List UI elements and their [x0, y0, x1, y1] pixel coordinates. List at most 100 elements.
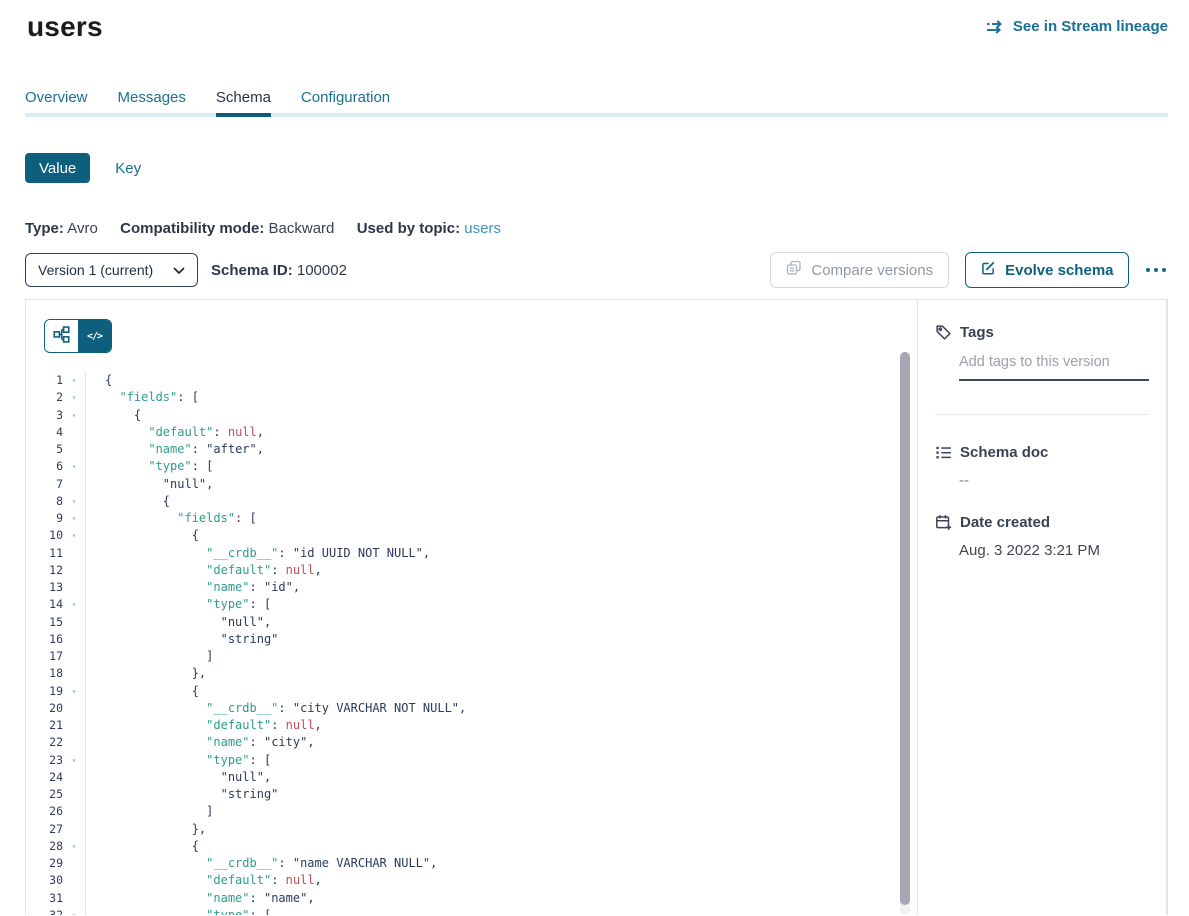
fold-toggle-icon[interactable]: ▾ — [63, 907, 86, 915]
evolve-schema-button[interactable]: Evolve schema — [965, 252, 1128, 288]
line-number: 9 — [26, 510, 63, 527]
code-line: 28▾ { — [26, 838, 917, 855]
tab-configuration[interactable]: Configuration — [301, 90, 390, 117]
code-text: "default": null, — [86, 562, 322, 579]
code-text: "null", — [86, 614, 271, 631]
fold-toggle-icon[interactable]: ▾ — [63, 683, 86, 700]
line-number: 21 — [26, 717, 63, 734]
code-text: }, — [86, 665, 206, 682]
line-number: 30 — [26, 872, 63, 889]
fold-gutter — [63, 424, 86, 441]
code-line: 15 "null", — [26, 614, 917, 631]
tags-section-header: Tags — [935, 324, 1150, 341]
code-line: 3▾ { — [26, 407, 917, 424]
code-text: { — [86, 407, 141, 424]
fold-toggle-icon[interactable]: ▾ — [63, 493, 86, 510]
doc-list-icon — [935, 444, 952, 461]
code-view-button[interactable]: </> — [78, 320, 111, 352]
type-value: Avro — [67, 220, 98, 237]
code-text: { — [86, 527, 199, 544]
code-text: "default": null, — [86, 717, 322, 734]
code-view-icon: </> — [87, 331, 102, 342]
code-text: }, — [86, 821, 206, 838]
chevron-down-icon — [173, 262, 185, 278]
code-text: "__crdb__": "id UUID NOT NULL", — [86, 545, 430, 562]
schema-id-value: 100002 — [297, 262, 347, 279]
line-number: 26 — [26, 803, 63, 820]
stream-lineage-link[interactable]: See in Stream lineage — [986, 18, 1168, 35]
schema-doc-title: Schema doc — [960, 444, 1048, 461]
code-line: 24 "null", — [26, 769, 917, 786]
fold-gutter — [63, 631, 86, 648]
fold-toggle-icon[interactable]: ▾ — [63, 407, 86, 424]
code-line: 21 "default": null, — [26, 717, 917, 734]
code-line: 20 "__crdb__": "city VARCHAR NOT NULL", — [26, 700, 917, 717]
fold-gutter — [63, 734, 86, 751]
line-number: 14 — [26, 596, 63, 613]
code-line: 18 }, — [26, 665, 917, 682]
fold-toggle-icon[interactable]: ▾ — [63, 752, 86, 769]
code-line: 32▾ "type": [ — [26, 907, 917, 915]
version-bar: Version 1 (current) Schema ID: 100002 Co… — [25, 252, 1168, 288]
code-line: 19▾ { — [26, 683, 917, 700]
schema-kind-toggle: Value Key — [25, 153, 1168, 183]
tab-overview[interactable]: Overview — [25, 90, 88, 117]
stream-lineage-icon — [986, 20, 1005, 34]
line-number: 27 — [26, 821, 63, 838]
key-toggle-link[interactable]: Key — [115, 160, 141, 177]
fold-gutter — [63, 803, 86, 820]
fold-toggle-icon[interactable]: ▾ — [63, 527, 86, 544]
add-tags-input[interactable] — [959, 354, 1149, 381]
scrollbar-thumb[interactable] — [900, 352, 910, 905]
more-actions-button[interactable] — [1144, 264, 1169, 277]
tab-schema[interactable]: Schema — [216, 90, 271, 117]
code-line: 10▾ { — [26, 527, 917, 544]
fold-gutter — [63, 476, 86, 493]
fold-gutter — [63, 821, 86, 838]
date-created-header: Date created — [935, 514, 1150, 531]
line-number: 12 — [26, 562, 63, 579]
fold-toggle-icon[interactable]: ▾ — [63, 458, 86, 475]
code-line: 12 "default": null, — [26, 562, 917, 579]
tree-view-button[interactable] — [45, 320, 78, 352]
fold-gutter — [63, 545, 86, 562]
value-toggle-button[interactable]: Value — [25, 153, 90, 183]
compare-versions-button[interactable]: Compare versions — [770, 252, 949, 288]
code-line: 31 "name": "name", — [26, 890, 917, 907]
tab-messages[interactable]: Messages — [118, 90, 186, 117]
used-by-topic-label: Used by topic: — [357, 220, 460, 237]
editor-view-toggle: </> — [44, 319, 112, 353]
code-line: 22 "name": "city", — [26, 734, 917, 751]
line-number: 8 — [26, 493, 63, 510]
schema-doc-value: -- — [959, 472, 1150, 489]
code-line: 2▾ "fields": [ — [26, 389, 917, 406]
line-number: 31 — [26, 890, 63, 907]
code-text: ] — [86, 648, 213, 665]
line-number: 25 — [26, 786, 63, 803]
fold-gutter — [63, 665, 86, 682]
code-text: ] — [86, 803, 213, 820]
code-line: 25 "string" — [26, 786, 917, 803]
code-text: "fields": [ — [86, 389, 199, 406]
topic-link[interactable]: users — [464, 220, 501, 237]
code-text: "name": "city", — [86, 734, 315, 751]
code-text: "null", — [86, 769, 271, 786]
version-select[interactable]: Version 1 (current) — [25, 253, 198, 287]
fold-gutter — [63, 562, 86, 579]
code-text: { — [86, 372, 112, 389]
fold-toggle-icon[interactable]: ▾ — [63, 372, 86, 389]
code-text: { — [86, 838, 199, 855]
line-number: 18 — [26, 665, 63, 682]
line-number: 23 — [26, 752, 63, 769]
type-label: Type: — [25, 220, 64, 237]
scrollbar-track[interactable] — [900, 352, 910, 915]
fold-toggle-icon[interactable]: ▾ — [63, 596, 86, 613]
stream-lineage-label: See in Stream lineage — [1013, 18, 1168, 35]
fold-toggle-icon[interactable]: ▾ — [63, 389, 86, 406]
page-header: users See in Stream lineage — [0, 0, 1189, 44]
schema-id: Schema ID: 100002 — [211, 262, 347, 279]
line-number: 32 — [26, 907, 63, 915]
fold-toggle-icon[interactable]: ▾ — [63, 510, 86, 527]
fold-toggle-icon[interactable]: ▾ — [63, 838, 86, 855]
compatibility-value: Backward — [269, 220, 335, 237]
